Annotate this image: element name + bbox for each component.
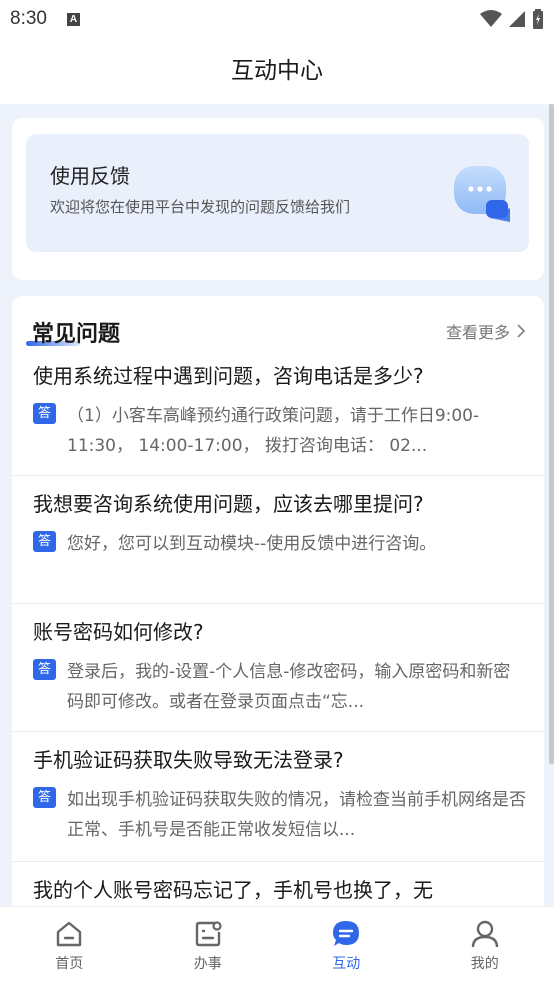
- tab-mine[interactable]: 我的: [416, 907, 554, 984]
- wifi-icon: [480, 10, 502, 27]
- tab-interaction[interactable]: 互动: [277, 907, 416, 984]
- chat-bubble-icon: [454, 166, 510, 222]
- tasks-icon: [195, 921, 222, 947]
- feedback-card[interactable]: 使用反馈 欢迎将您在使用平台中发现的问题反馈给我们: [26, 134, 529, 252]
- view-more-link[interactable]: 查看更多: [446, 319, 526, 343]
- page-title: 互动中心: [231, 58, 323, 84]
- faq-answer: （1）小客车高峰预约通行政策问题，请于工作日9:00-11:30， 14:00-…: [67, 406, 480, 456]
- status-icons: [480, 9, 544, 29]
- faq-section: 常见问题 查看更多 使用系统过程中遇到问题，咨询电话是多少? 答 （1）小客车高…: [12, 296, 544, 916]
- tab-tasks[interactable]: 办事: [139, 907, 278, 984]
- feedback-section: 使用反馈 欢迎将您在使用平台中发现的问题反馈给我们: [12, 118, 544, 280]
- chevron-right-icon: [517, 324, 526, 338]
- scrollbar[interactable]: [549, 104, 554, 764]
- battery-icon: [533, 9, 543, 29]
- tab-label: 互动: [332, 956, 361, 972]
- faq-question: 手机验证码获取失败导致无法登录?: [33, 748, 344, 772]
- signal-icon: [509, 11, 525, 27]
- faq-question: 账号密码如何修改?: [33, 620, 204, 644]
- faq-title: 常见问题: [32, 322, 121, 347]
- feedback-description: 欢迎将您在使用平台中发现的问题反馈给我们: [50, 198, 351, 216]
- faq-item[interactable]: 手机验证码获取失败导致无法登录? 答 如出现手机验证码获取失败的情况，请检查当前…: [12, 732, 544, 862]
- user-icon: [471, 920, 498, 948]
- faq-item[interactable]: 使用系统过程中遇到问题，咨询电话是多少? 答 （1）小客车高峰预约通行政策问题，…: [12, 348, 544, 476]
- faq-question: 我的个人账号密码忘记了，手机号也换了，无: [33, 878, 433, 902]
- tab-home[interactable]: 首页: [0, 907, 139, 984]
- faq-item[interactable]: 我想要咨询系统使用问题，应该去哪里提问? 答 您好，您可以到互动模块--使用反馈…: [12, 476, 544, 604]
- bottom-tab-bar: 首页 办事 互动 我的: [0, 906, 554, 984]
- status-time: 8:30: [10, 8, 47, 29]
- answer-badge: 答: [33, 403, 56, 424]
- faq-question: 使用系统过程中遇到问题，咨询电话是多少?: [33, 364, 424, 388]
- page-header: 互动中心: [0, 38, 554, 104]
- tab-label: 我的: [470, 956, 499, 972]
- answer-badge: 答: [33, 659, 56, 680]
- feedback-title: 使用反馈: [50, 164, 130, 188]
- faq-answer: 如出现手机验证码获取失败的情况，请检查当前手机网络是否正常、手机号是否能正常收发…: [67, 790, 526, 840]
- faq-answer: 登录后，我的-设置-个人信息-修改密码，输入原密码和新密码即可修改。或者在登录页…: [67, 662, 511, 712]
- home-icon: [57, 921, 82, 947]
- faq-question: 我想要咨询系统使用问题，应该去哪里提问?: [33, 492, 424, 516]
- faq-header: 常见问题 查看更多: [12, 296, 544, 356]
- chat-icon: [333, 921, 360, 946]
- faq-item[interactable]: 账号密码如何修改? 答 登录后，我的-设置-个人信息-修改密码，输入原密码和新密…: [12, 604, 544, 732]
- notification-icon: A: [66, 12, 80, 26]
- status-bar: 8:30 A: [0, 0, 554, 38]
- tab-label: 首页: [55, 956, 84, 972]
- tab-label: 办事: [193, 956, 222, 972]
- view-more-label: 查看更多: [445, 323, 510, 342]
- answer-badge: 答: [33, 531, 56, 552]
- faq-answer: 您好，您可以到互动模块--使用反馈中进行咨询。: [67, 534, 437, 554]
- answer-badge: 答: [33, 787, 56, 808]
